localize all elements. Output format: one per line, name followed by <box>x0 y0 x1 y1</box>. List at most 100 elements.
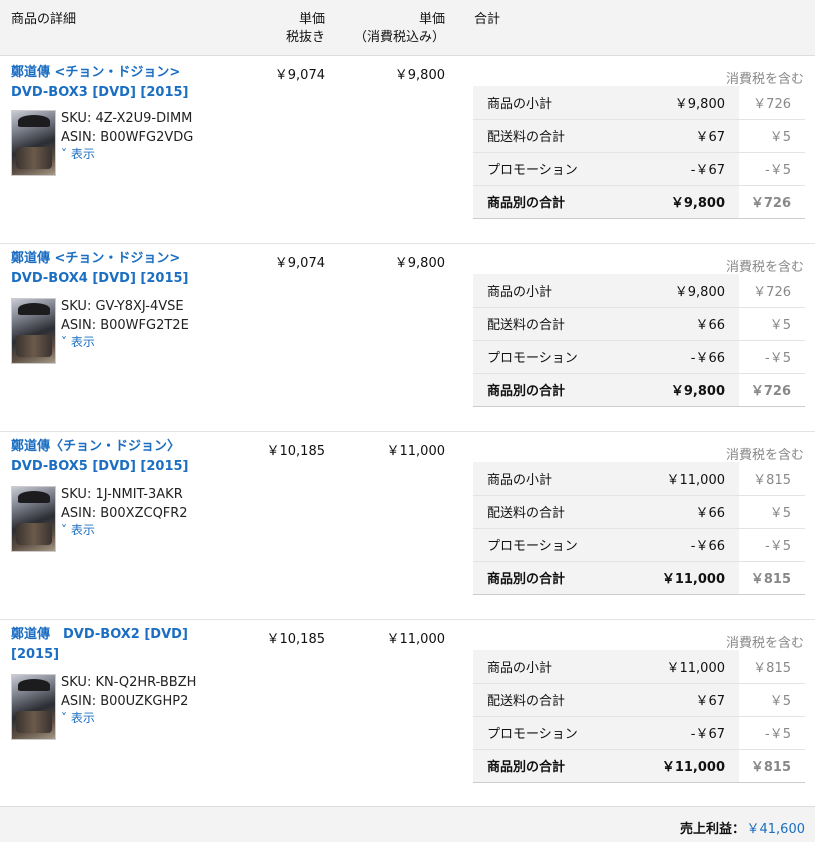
breakdown-label: プロモーション <box>473 152 640 186</box>
breakdown-tax: -￥5 <box>739 528 805 562</box>
breakdown-total-row: 商品別の合計 ￥11,000 ￥815 <box>473 748 805 783</box>
product-asin: ASIN: B00WFG2VDG <box>61 130 194 145</box>
product-thumbnail[interactable] <box>11 110 56 176</box>
header-price-in-line1: 単価 <box>418 12 445 27</box>
breakdown-tax: ￥726 <box>739 274 805 308</box>
product-thumbnail[interactable] <box>11 486 56 552</box>
summary-footer: 売上利益： ￥41,600 <box>0 806 815 842</box>
product-asin: ASIN: B00WFG2T2E <box>61 318 189 333</box>
order-row: 鄭道傳 <チョン・ドジョン> DVD-BOX3 [DVD] [2015] ￥9,… <box>0 56 815 244</box>
header-price-ex-tax: 単価 税抜き <box>286 11 325 47</box>
breakdown-amount: -￥66 <box>640 340 739 374</box>
price-breakdown-table: 商品の小計 ￥9,800 ￥726 配送料の合計 ￥67 ￥5 プロモーション … <box>473 86 805 219</box>
product-asin: ASIN: B00XZCQFR2 <box>61 506 188 521</box>
show-details-toggle[interactable]: ˅ 表示 <box>61 146 95 162</box>
breakdown-total-label: 商品別の合計 <box>473 560 640 595</box>
breakdown-label: プロモーション <box>473 340 640 374</box>
breakdown-tax: ￥5 <box>739 683 805 717</box>
breakdown-amount: ￥66 <box>640 495 739 529</box>
breakdown-row: 商品の小計 ￥11,000 ￥815 <box>473 650 805 684</box>
tax-included-note: 消費税を含む <box>725 448 804 463</box>
breakdown-row: 商品の小計 ￥11,000 ￥815 <box>473 462 805 496</box>
product-title-link[interactable]: 鄭道傳 DVD-BOX2 [DVD] [2015] <box>11 625 211 665</box>
show-details-toggle[interactable]: ˅ 表示 <box>61 710 95 726</box>
price-breakdown-table: 商品の小計 ￥11,000 ￥815 配送料の合計 ￥67 ￥5 プロモーション… <box>473 650 805 783</box>
breakdown-amount: ￥11,000 <box>640 462 739 496</box>
tax-included-note: 消費税を含む <box>725 260 804 275</box>
breakdown-total-label: 商品別の合計 <box>473 372 640 407</box>
breakdown-total-row: 商品別の合計 ￥11,000 ￥815 <box>473 560 805 595</box>
breakdown-tax: -￥5 <box>739 716 805 750</box>
product-asin: ASIN: B00UZKGHP2 <box>61 694 189 709</box>
breakdown-tax: ￥815 <box>739 650 805 684</box>
breakdown-total-label: 商品別の合計 <box>473 184 640 219</box>
breakdown-label: 配送料の合計 <box>473 307 640 341</box>
breakdown-row: プロモーション -￥66 -￥5 <box>473 528 805 562</box>
header-price-in-tax: 単価 （消費税込み） <box>354 11 445 47</box>
breakdown-tax: -￥5 <box>739 152 805 186</box>
header-price-in-line2: （消費税込み） <box>353 30 445 45</box>
tax-included-note: 消費税を含む <box>725 72 804 87</box>
breakdown-tax: ￥5 <box>739 495 805 529</box>
breakdown-label: 商品の小計 <box>473 462 640 496</box>
product-sku: SKU: 1J-NMIT-3AKR <box>61 487 183 502</box>
unit-price-in-tax: ￥9,800 <box>394 256 445 271</box>
breakdown-row: 商品の小計 ￥9,800 ￥726 <box>473 86 805 120</box>
order-row: 鄭道傳〈チョン・ドジョン〉 DVD-BOX5 [DVD] [2015] ￥10,… <box>0 432 815 620</box>
breakdown-amount: ￥9,800 <box>640 86 739 120</box>
table-header: 商品の詳細 単価 税抜き 単価 （消費税込み） 合計 <box>0 0 815 56</box>
product-title-link[interactable]: 鄭道傳〈チョン・ドジョン〉 DVD-BOX5 [DVD] [2015] <box>11 437 211 477</box>
sales-profit-label: 売上利益： <box>679 822 745 837</box>
breakdown-label: プロモーション <box>473 528 640 562</box>
breakdown-tax: ￥5 <box>739 307 805 341</box>
breakdown-total-amount: ￥11,000 <box>640 560 739 595</box>
header-price-ex-line1: 単価 <box>298 12 325 27</box>
breakdown-row: 配送料の合計 ￥66 ￥5 <box>473 495 805 529</box>
breakdown-label: 商品の小計 <box>473 274 640 308</box>
breakdown-amount: ￥11,000 <box>640 650 739 684</box>
header-total: 合計 <box>474 12 501 27</box>
product-thumbnail[interactable] <box>11 674 56 740</box>
breakdown-total-tax: ￥726 <box>739 184 805 219</box>
product-title-link[interactable]: 鄭道傳 <チョン・ドジョン> DVD-BOX4 [DVD] [2015] <box>11 249 211 289</box>
sales-profit-value: ￥41,600 <box>746 822 806 837</box>
unit-price-ex-tax: ￥10,185 <box>266 444 326 459</box>
breakdown-total-tax: ￥815 <box>739 748 805 783</box>
breakdown-amount: ￥9,800 <box>640 274 739 308</box>
breakdown-total-label: 商品別の合計 <box>473 748 640 783</box>
product-sku: SKU: KN-Q2HR-BBZH <box>61 675 197 690</box>
tax-included-note: 消費税を含む <box>725 636 804 651</box>
unit-price-ex-tax: ￥9,074 <box>274 68 325 83</box>
unit-price-ex-tax: ￥10,185 <box>266 632 326 647</box>
breakdown-row: プロモーション -￥67 -￥5 <box>473 716 805 750</box>
product-title-link[interactable]: 鄭道傳 <チョン・ドジョン> DVD-BOX3 [DVD] [2015] <box>11 63 211 103</box>
breakdown-label: 商品の小計 <box>473 86 640 120</box>
show-details-toggle[interactable]: ˅ 表示 <box>61 522 95 538</box>
order-row: 鄭道傳 <チョン・ドジョン> DVD-BOX4 [DVD] [2015] ￥9,… <box>0 244 815 432</box>
show-details-toggle[interactable]: ˅ 表示 <box>61 334 95 350</box>
header-price-ex-line2: 税抜き <box>285 30 325 45</box>
breakdown-label: 配送料の合計 <box>473 683 640 717</box>
breakdown-row: プロモーション -￥66 -￥5 <box>473 340 805 374</box>
breakdown-row: 配送料の合計 ￥66 ￥5 <box>473 307 805 341</box>
breakdown-amount: ￥67 <box>640 683 739 717</box>
product-thumbnail[interactable] <box>11 298 56 364</box>
breakdown-total-amount: ￥9,800 <box>640 372 739 407</box>
price-breakdown-table: 商品の小計 ￥11,000 ￥815 配送料の合計 ￥66 ￥5 プロモーション… <box>473 462 805 595</box>
unit-price-in-tax: ￥9,800 <box>394 68 445 83</box>
breakdown-label: 配送料の合計 <box>473 119 640 153</box>
breakdown-label: プロモーション <box>473 716 640 750</box>
unit-price-in-tax: ￥11,000 <box>386 444 446 459</box>
unit-price-ex-tax: ￥9,074 <box>274 256 325 271</box>
breakdown-amount: -￥67 <box>640 152 739 186</box>
breakdown-amount: ￥67 <box>640 119 739 153</box>
breakdown-row: 配送料の合計 ￥67 ￥5 <box>473 683 805 717</box>
breakdown-tax: -￥5 <box>739 340 805 374</box>
unit-price-in-tax: ￥11,000 <box>386 632 446 647</box>
breakdown-tax: ￥726 <box>739 86 805 120</box>
breakdown-total-amount: ￥9,800 <box>640 184 739 219</box>
breakdown-label: 商品の小計 <box>473 650 640 684</box>
breakdown-total-row: 商品別の合計 ￥9,800 ￥726 <box>473 372 805 407</box>
breakdown-total-row: 商品別の合計 ￥9,800 ￥726 <box>473 184 805 219</box>
breakdown-tax: ￥5 <box>739 119 805 153</box>
